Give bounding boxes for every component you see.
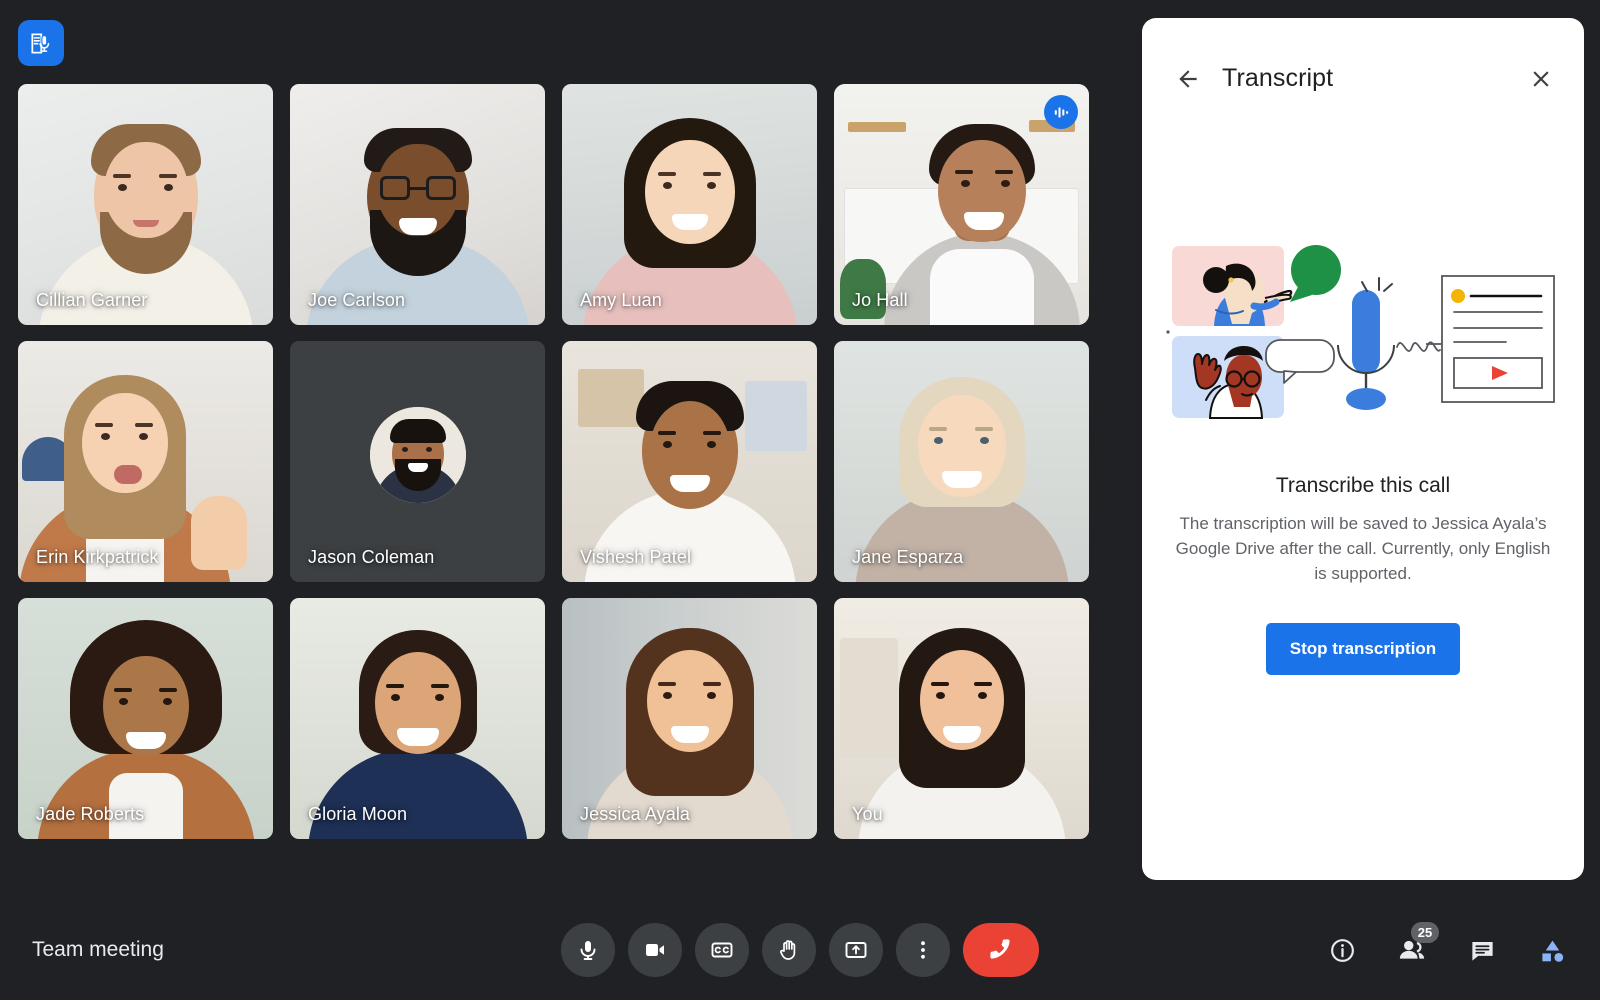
participant-name: Gloria Moon — [308, 804, 408, 824]
participant-name: Jane Esparza — [852, 547, 964, 567]
participant-name: Amy Luan — [580, 290, 662, 310]
transcript-panel: Transcript Transcribe this call The tran… — [1142, 18, 1584, 880]
meet-app-window: Cillian Garner Joe Carlson Amy Luan Jo H… — [0, 0, 1600, 1000]
video-feed — [562, 341, 817, 582]
video-feed — [834, 341, 1089, 582]
participant-name: Cillian Garner — [36, 290, 148, 310]
participant-tile[interactable]: Jessica Ayala — [562, 598, 817, 839]
video-feed — [290, 598, 545, 839]
participant-count-badge: 25 — [1411, 922, 1439, 943]
video-camera-icon — [646, 944, 664, 956]
participant-tile-active-speaker[interactable]: Jo Hall — [834, 84, 1089, 325]
meeting-details-button[interactable] — [1320, 928, 1364, 972]
participant-tile[interactable]: Vishesh Patel — [562, 341, 817, 582]
closed-captions-icon — [711, 942, 733, 958]
microphone-icon — [580, 941, 596, 960]
microphone-button[interactable] — [561, 923, 615, 977]
right-toolbar-controls: 25 — [1320, 922, 1574, 972]
transcript-panel-title: Transcript — [1222, 64, 1334, 92]
close-icon[interactable] — [1528, 66, 1554, 97]
video-feed — [562, 84, 817, 325]
transcript-panel-body: Transcribe this call The transcription w… — [1142, 228, 1584, 675]
participant-name: Vishesh Patel — [580, 547, 692, 567]
participant-tile[interactable]: Gloria Moon — [290, 598, 545, 839]
chat-button[interactable] — [1460, 928, 1504, 972]
participant-name: Erin Kirkpatrick — [36, 547, 159, 567]
video-feed — [290, 84, 545, 325]
hangup-button[interactable] — [963, 923, 1039, 977]
transcription-record-icon — [30, 32, 49, 54]
present-button[interactable] — [829, 923, 883, 977]
activities-icon — [1541, 940, 1563, 962]
participant-name: Jo Hall — [852, 290, 908, 310]
transcription-illustration — [1166, 245, 1555, 419]
more-options-icon — [921, 941, 925, 959]
transcript-heading: Transcribe this call — [1275, 474, 1451, 497]
meeting-title: Team meeting — [32, 938, 164, 961]
video-feed — [18, 84, 273, 325]
more-options-button[interactable] — [896, 923, 950, 977]
raise-hand-button[interactable] — [762, 923, 816, 977]
participant-tile[interactable]: Cillian Garner — [18, 84, 273, 325]
participant-name: You — [852, 804, 883, 824]
captions-button[interactable] — [695, 923, 749, 977]
show-everyone-button[interactable]: 25 — [1390, 922, 1439, 972]
transcript-description: The transcription will be saved to Jessi… — [1175, 514, 1551, 583]
activities-button[interactable] — [1530, 928, 1574, 972]
hangup-phone-icon — [990, 939, 1010, 959]
bottom-toolbar: Team meeting 25 — [0, 900, 1600, 1000]
participant-tile[interactable]: Amy Luan — [562, 84, 817, 325]
audio-waveform-icon — [1054, 106, 1068, 118]
participant-name: Joe Carlson — [308, 290, 406, 310]
participant-tile[interactable]: Joe Carlson — [290, 84, 545, 325]
raise-hand-icon — [779, 940, 796, 960]
present-screen-icon — [845, 942, 867, 958]
video-feed — [562, 598, 817, 839]
speaking-indicator-badge — [1044, 95, 1078, 129]
chat-icon — [1471, 941, 1493, 961]
transcript-panel-header: Transcript — [1142, 18, 1584, 110]
participant-name: Jason Coleman — [308, 547, 435, 567]
participant-grid: Cillian Garner Joe Carlson Amy Luan Jo H… — [18, 84, 1090, 860]
participant-name: Jessica Ayala — [580, 804, 691, 824]
participant-tile-camera-off[interactable]: Jason Coleman — [290, 341, 545, 582]
video-feed-self — [834, 598, 1089, 839]
video-feed — [18, 598, 273, 839]
transcription-indicator-badge[interactable] — [18, 20, 64, 66]
video-feed — [18, 341, 273, 582]
participant-tile[interactable]: Erin Kirkpatrick — [18, 341, 273, 582]
camera-button[interactable] — [628, 923, 682, 977]
participant-tile-self[interactable]: You — [834, 598, 1089, 839]
info-icon — [1330, 938, 1354, 962]
avatar — [369, 406, 466, 503]
stop-transcription-button[interactable]: Stop transcription — [1265, 622, 1461, 675]
participant-name: Jade Roberts — [36, 804, 145, 824]
back-arrow-icon[interactable] — [1175, 66, 1201, 97]
call-controls — [561, 923, 1039, 977]
participant-tile[interactable]: Jade Roberts — [18, 598, 273, 839]
participant-tile[interactable]: Jane Esparza — [834, 341, 1089, 582]
